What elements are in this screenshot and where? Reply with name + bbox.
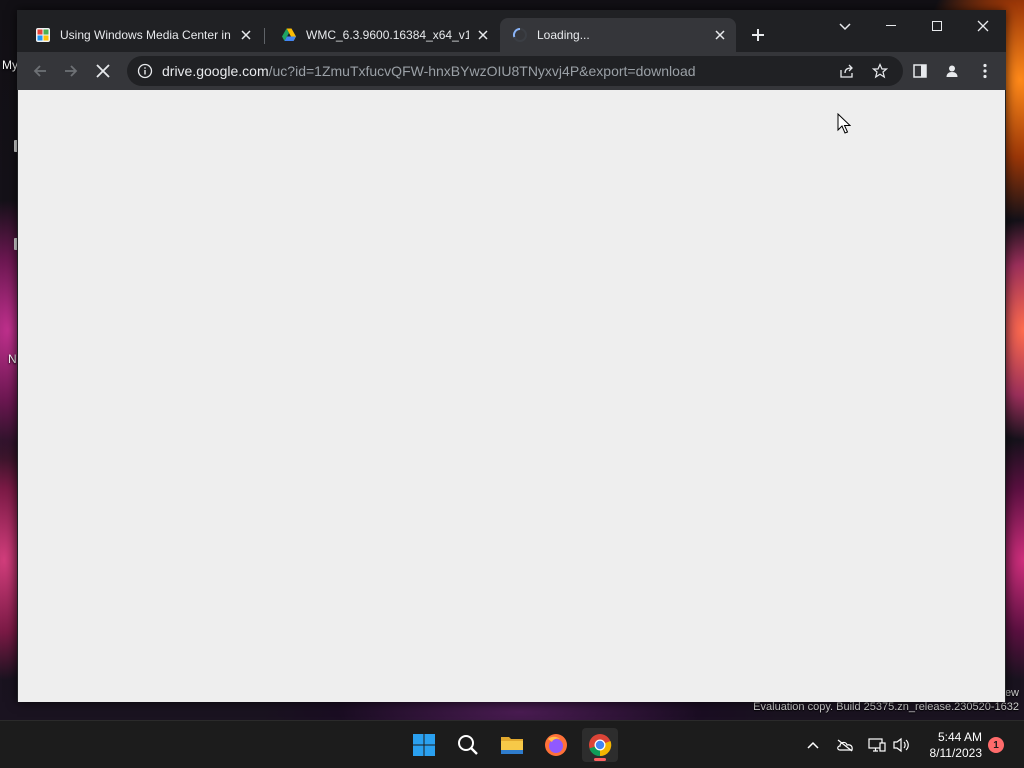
clock-date: 8/11/2023 bbox=[929, 746, 983, 760]
start-button[interactable] bbox=[406, 728, 442, 762]
browser-toolbar: drive.google.com/uc?id=1ZmuTxfucvQFW-hnx… bbox=[17, 52, 1006, 90]
taskbar-search-button[interactable] bbox=[450, 728, 486, 762]
tab-media-center[interactable]: Using Windows Media Center in bbox=[23, 18, 262, 52]
url-text: drive.google.com/uc?id=1ZmuTxfucvQFW-hnx… bbox=[162, 63, 696, 79]
url-host: drive.google.com bbox=[162, 63, 269, 79]
tab-divider bbox=[264, 28, 265, 44]
back-button[interactable] bbox=[29, 60, 51, 82]
chrome-button[interactable] bbox=[582, 728, 618, 762]
address-bar[interactable]: drive.google.com/uc?id=1ZmuTxfucvQFW-hnx… bbox=[127, 56, 903, 86]
browser-window: Using Windows Media Center in WMC_6.3.96… bbox=[17, 10, 1006, 702]
tab-title: Loading... bbox=[537, 28, 590, 42]
chevron-up-icon bbox=[807, 741, 819, 749]
watermark-build: Evaluation copy. Build 25375.zn_release.… bbox=[753, 701, 1019, 713]
system-clock[interactable]: 5:44 AM 8/11/2023 bbox=[930, 729, 983, 761]
desktop-label-n[interactable]: N bbox=[8, 352, 17, 366]
chrome-menu-button[interactable] bbox=[974, 60, 996, 82]
onedrive-icon[interactable] bbox=[835, 735, 855, 755]
google-drive-icon bbox=[281, 27, 297, 43]
search-icon bbox=[458, 735, 478, 755]
tab-wmc-download[interactable]: WMC_6.3.9600.16384_x64_v12.7z bbox=[269, 18, 499, 52]
notification-badge[interactable]: 1 bbox=[988, 737, 1004, 753]
firefox-button[interactable] bbox=[538, 728, 574, 762]
watermark-edition: ew bbox=[1004, 687, 1019, 699]
site-info-icon[interactable] bbox=[136, 62, 154, 80]
page-content-area[interactable] bbox=[18, 90, 1005, 702]
show-hidden-icons-button[interactable] bbox=[803, 735, 823, 755]
tab-strip: Using Windows Media Center in WMC_6.3.96… bbox=[17, 10, 1006, 52]
file-explorer-icon bbox=[501, 737, 523, 754]
bookmark-star-icon[interactable] bbox=[871, 62, 889, 80]
maximize-button[interactable] bbox=[914, 10, 960, 42]
tab-title: Using Windows Media Center in bbox=[60, 28, 231, 42]
close-tab-icon[interactable] bbox=[238, 27, 254, 43]
loading-spinner-icon bbox=[512, 27, 528, 43]
stop-loading-button[interactable] bbox=[92, 60, 114, 82]
share-icon[interactable] bbox=[838, 62, 856, 80]
volume-icon[interactable] bbox=[891, 735, 911, 755]
tab-search-button[interactable] bbox=[836, 18, 854, 36]
media-center-icon bbox=[35, 27, 51, 43]
close-window-button[interactable] bbox=[960, 10, 1006, 42]
forward-button[interactable] bbox=[60, 60, 82, 82]
close-tab-icon[interactable] bbox=[475, 27, 491, 43]
desktop-label-my[interactable]: My bbox=[2, 58, 18, 72]
active-app-indicator bbox=[594, 758, 606, 761]
profile-button[interactable] bbox=[941, 60, 963, 82]
tab-loading[interactable]: Loading... bbox=[500, 18, 736, 52]
url-path: /uc?id=1ZmuTxfucvQFW-hnxBYwzOIU8TNyxvj4P… bbox=[268, 63, 696, 79]
tab-title: WMC_6.3.9600.16384_x64_v12.7z bbox=[306, 28, 469, 42]
mouse-cursor-icon bbox=[837, 113, 851, 134]
close-tab-icon[interactable] bbox=[712, 27, 728, 43]
network-icon[interactable] bbox=[867, 735, 887, 755]
taskbar: 5:44 AM 8/11/2023 1 bbox=[0, 720, 1024, 768]
clock-time: 5:44 AM bbox=[937, 730, 982, 744]
minimize-button[interactable] bbox=[868, 10, 914, 42]
start-icon bbox=[413, 734, 435, 756]
firefox-icon bbox=[545, 734, 567, 756]
new-tab-button[interactable] bbox=[748, 25, 768, 45]
file-explorer-button[interactable] bbox=[494, 728, 530, 762]
chrome-icon bbox=[589, 734, 612, 757]
side-panel-button[interactable] bbox=[909, 60, 931, 82]
